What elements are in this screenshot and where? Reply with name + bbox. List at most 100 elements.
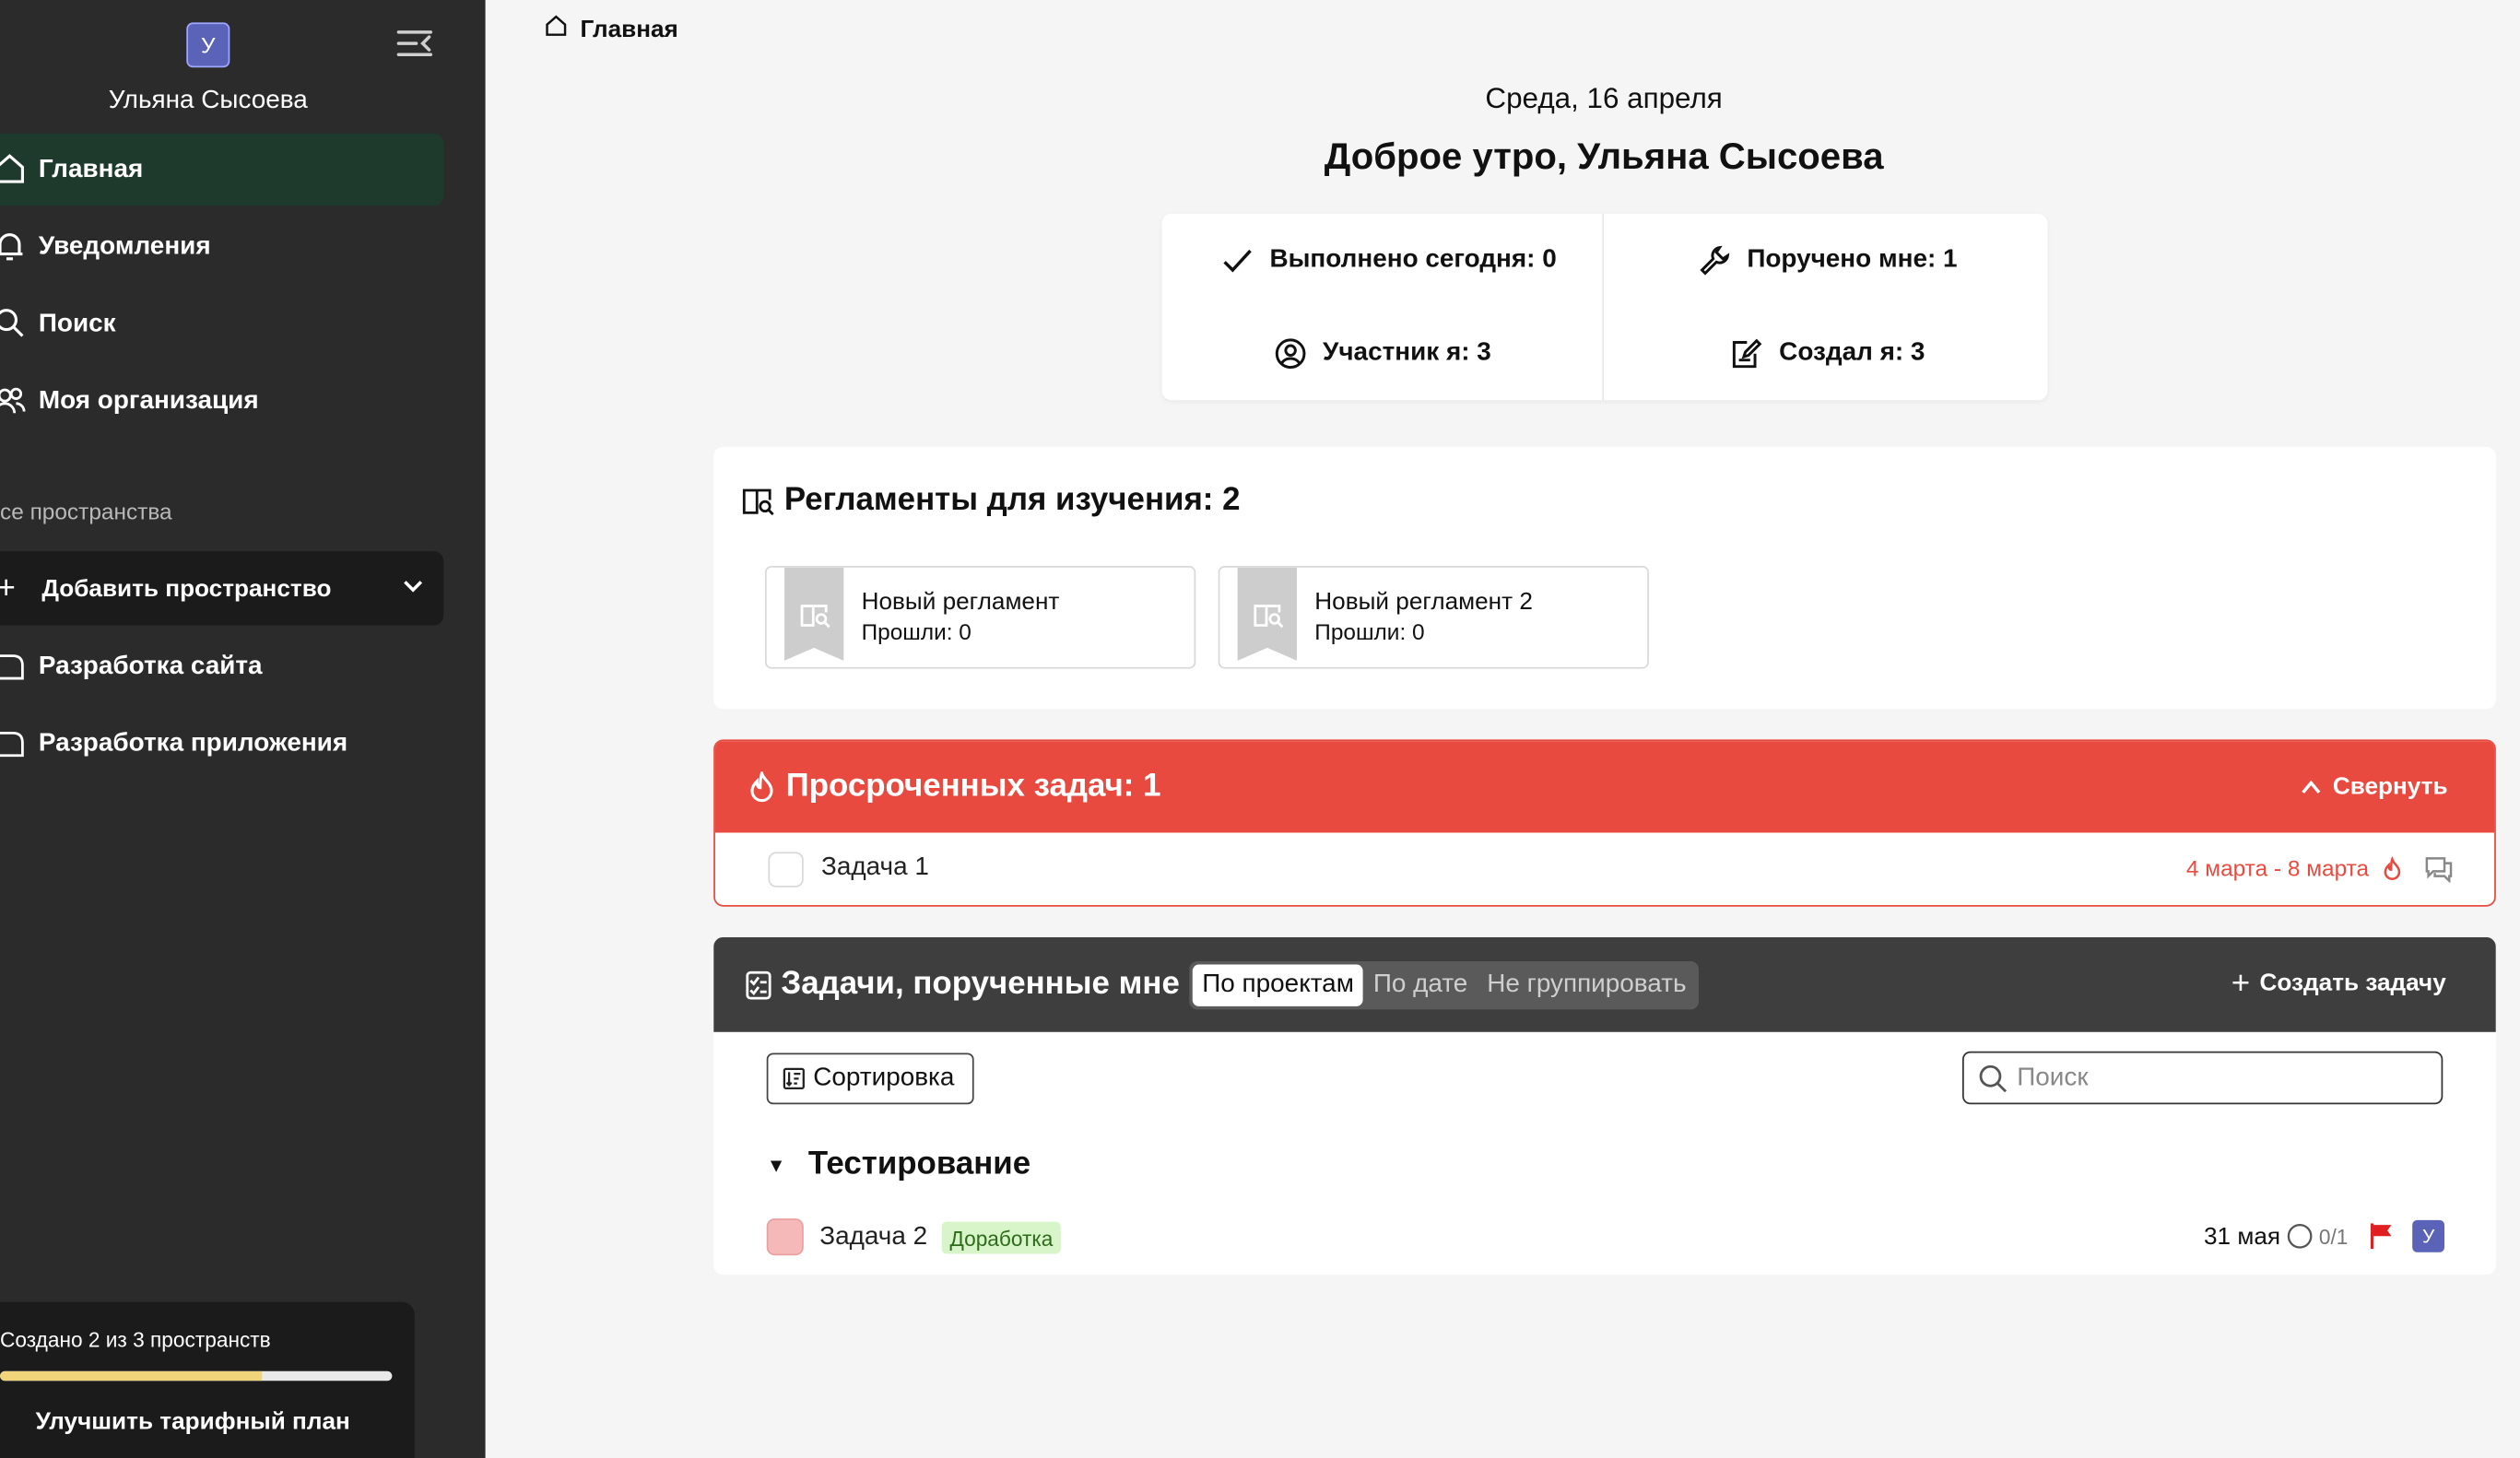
- caret-down-icon[interactable]: ▼: [767, 1153, 786, 1175]
- plus-icon: +: [2231, 965, 2251, 1001]
- collapse-button[interactable]: Свернуть: [2301, 773, 2448, 801]
- fire-icon: [2384, 856, 2401, 880]
- stat-label: Участник я: 3: [1322, 339, 1491, 367]
- regulation-passed: Прошли: 0: [861, 618, 971, 645]
- project-group-name: Тестирование: [807, 1146, 1031, 1182]
- assigned-tasks-title-text: Задачи, порученные мне: [781, 966, 1180, 1002]
- task-tag: Доработка: [941, 1221, 1062, 1254]
- wrench-icon: [1700, 245, 1730, 276]
- chevron-down-icon[interactable]: [400, 574, 426, 600]
- users-icon: [0, 384, 26, 417]
- grouping-by-date[interactable]: По дате: [1363, 965, 1477, 1006]
- plan-box: Создано 2 из 3 пространств Улучшить тари…: [0, 1301, 415, 1458]
- add-space-label: Добавить пространство: [41, 574, 332, 603]
- assigned-tasks-card: Задачи, порученные мне По проектам По да…: [713, 936, 2496, 1276]
- task-name[interactable]: Задача 2: [819, 1223, 927, 1252]
- regulation-item[interactable]: Новый регламент Прошли: 0: [764, 565, 1196, 669]
- breadcrumb-home[interactable]: Главная: [580, 16, 677, 43]
- space-item[interactable]: Разработка сайта: [0, 630, 443, 702]
- project-group-header[interactable]: ▼ Тестирование: [767, 1146, 1030, 1183]
- assigned-tasks-title: Задачи, порученные мне: [746, 966, 1180, 1003]
- sort-label: Сортировка: [813, 1064, 955, 1092]
- user-name: Ульяна Сысоева: [108, 87, 308, 114]
- overdue-title-text: Просроченных задач: 1: [785, 768, 1161, 805]
- task-dates: 4 марта - 8 марта: [2185, 854, 2370, 881]
- stat-label: Создал я: 3: [1779, 339, 1925, 367]
- home-icon: [0, 153, 26, 185]
- search-input[interactable]: [2017, 1063, 2403, 1093]
- nav-search[interactable]: Поиск: [0, 288, 443, 359]
- regulation-item[interactable]: Новый регламент 2 Прошли: 0: [1218, 565, 1649, 669]
- assignee-avatar[interactable]: У: [2412, 1219, 2445, 1252]
- stat-member[interactable]: Участник я: 3: [1275, 337, 1491, 370]
- space-label: Разработка приложения: [38, 728, 348, 757]
- add-space-button[interactable]: + Добавить пространство: [0, 551, 444, 626]
- nav-label: Поиск: [38, 309, 116, 337]
- grouping-by-project[interactable]: По проектам: [1192, 964, 1364, 1006]
- current-date: Среда, 16 апреля: [1485, 81, 1723, 114]
- book-search-icon: [742, 488, 774, 515]
- search-icon: [0, 307, 26, 339]
- stat-label: Поручено мне: 1: [1747, 245, 1958, 274]
- sidebar: У Ульяна Сысоева Главная Уведомления Пои…: [0, 0, 486, 1458]
- space-label: Разработка сайта: [38, 652, 263, 679]
- task-search: [1961, 1051, 2443, 1105]
- space-icon: [0, 650, 26, 682]
- nav-label: Уведомления: [38, 232, 211, 260]
- assigned-tasks-header: Задачи, порученные мне По проектам По да…: [713, 936, 2496, 1032]
- task-checkbox[interactable]: [768, 852, 804, 888]
- priority-flag-icon[interactable]: [2370, 1223, 2393, 1250]
- nav-notifications[interactable]: Уведомления: [0, 210, 443, 282]
- breadcrumb: Главная: [545, 15, 678, 43]
- regulation-name: Новый регламент 2: [1314, 588, 1533, 617]
- upgrade-plan-button[interactable]: Улучшить тарифный план: [0, 1408, 385, 1436]
- collapse-label: Свернуть: [2332, 772, 2448, 801]
- regulations-title: Регламенты для изучения: 2: [742, 482, 1241, 519]
- task-due-date: 31 мая: [2203, 1222, 2281, 1251]
- plus-icon: +: [0, 570, 16, 607]
- sort-icon: [783, 1067, 805, 1089]
- nav-home[interactable]: Главная: [0, 133, 444, 206]
- nav-label: Главная: [38, 155, 144, 182]
- collapse-sidebar-icon[interactable]: [395, 28, 434, 60]
- stat-done-today[interactable]: Выполнено сегодня: 0: [1221, 244, 1557, 276]
- task-meta: 31 мая 0/1 У: [2203, 1219, 2445, 1252]
- regulation-bookmark-icon: [783, 567, 844, 661]
- user-circle-icon: [1275, 338, 1306, 370]
- regulation-passed: Прошли: 0: [1314, 618, 1425, 645]
- home-icon[interactable]: [545, 15, 567, 43]
- stat-label: Выполнено сегодня: 0: [1269, 245, 1557, 274]
- edit-note-icon: [1732, 338, 1762, 369]
- regulations-title-text: Регламенты для изучения: 2: [783, 482, 1241, 518]
- subtask-count: 0/1: [2318, 1224, 2349, 1249]
- regulation-name: Новый регламент: [861, 588, 1060, 617]
- stats-card: Выполнено сегодня: 0 Поручено мне: 1 Уча…: [1161, 213, 2048, 401]
- overdue-tasks-card: Просроченных задач: 1 Свернуть Задача 1 …: [713, 739, 2496, 907]
- fire-icon: [750, 770, 773, 802]
- grouping-none[interactable]: Не группировать: [1478, 965, 1696, 1006]
- space-icon: [0, 726, 26, 758]
- task-row[interactable]: Задача 1 4 марта - 8 марта: [715, 833, 2494, 905]
- task-name[interactable]: Задача 1: [821, 853, 929, 882]
- create-task-button[interactable]: + Создать задачу: [2231, 965, 2446, 1001]
- overdue-header: Просроченных задач: 1 Свернуть: [714, 741, 2495, 833]
- user-avatar[interactable]: У: [186, 22, 230, 68]
- greeting: Доброе утро, Ульяна Сысоева: [1324, 135, 1884, 177]
- comments-icon[interactable]: [2425, 857, 2453, 883]
- overdue-title: Просроченных задач: 1: [748, 768, 1161, 805]
- nav-organization[interactable]: Моя организация: [0, 365, 443, 437]
- search-icon: [1979, 1064, 2008, 1092]
- plan-usage-bar: [0, 1370, 393, 1382]
- plan-usage-text: Создано 2 из 3 пространств: [0, 1327, 271, 1352]
- bell-icon: [0, 229, 26, 262]
- regulations-card: Регламенты для изучения: 2 Новый регламе…: [713, 446, 2496, 710]
- regulation-bookmark-icon: [1237, 567, 1298, 661]
- stat-assigned[interactable]: Поручено мне: 1: [1699, 244, 1958, 276]
- sort-button[interactable]: Сортировка: [766, 1052, 974, 1105]
- stat-created[interactable]: Создал я: 3: [1731, 337, 1925, 370]
- subtask-circle-icon: [2287, 1223, 2313, 1249]
- checklist-icon: [746, 970, 771, 999]
- task-checkbox[interactable]: [766, 1218, 804, 1256]
- divider: [1602, 213, 1605, 401]
- space-item[interactable]: Разработка приложения: [0, 707, 443, 779]
